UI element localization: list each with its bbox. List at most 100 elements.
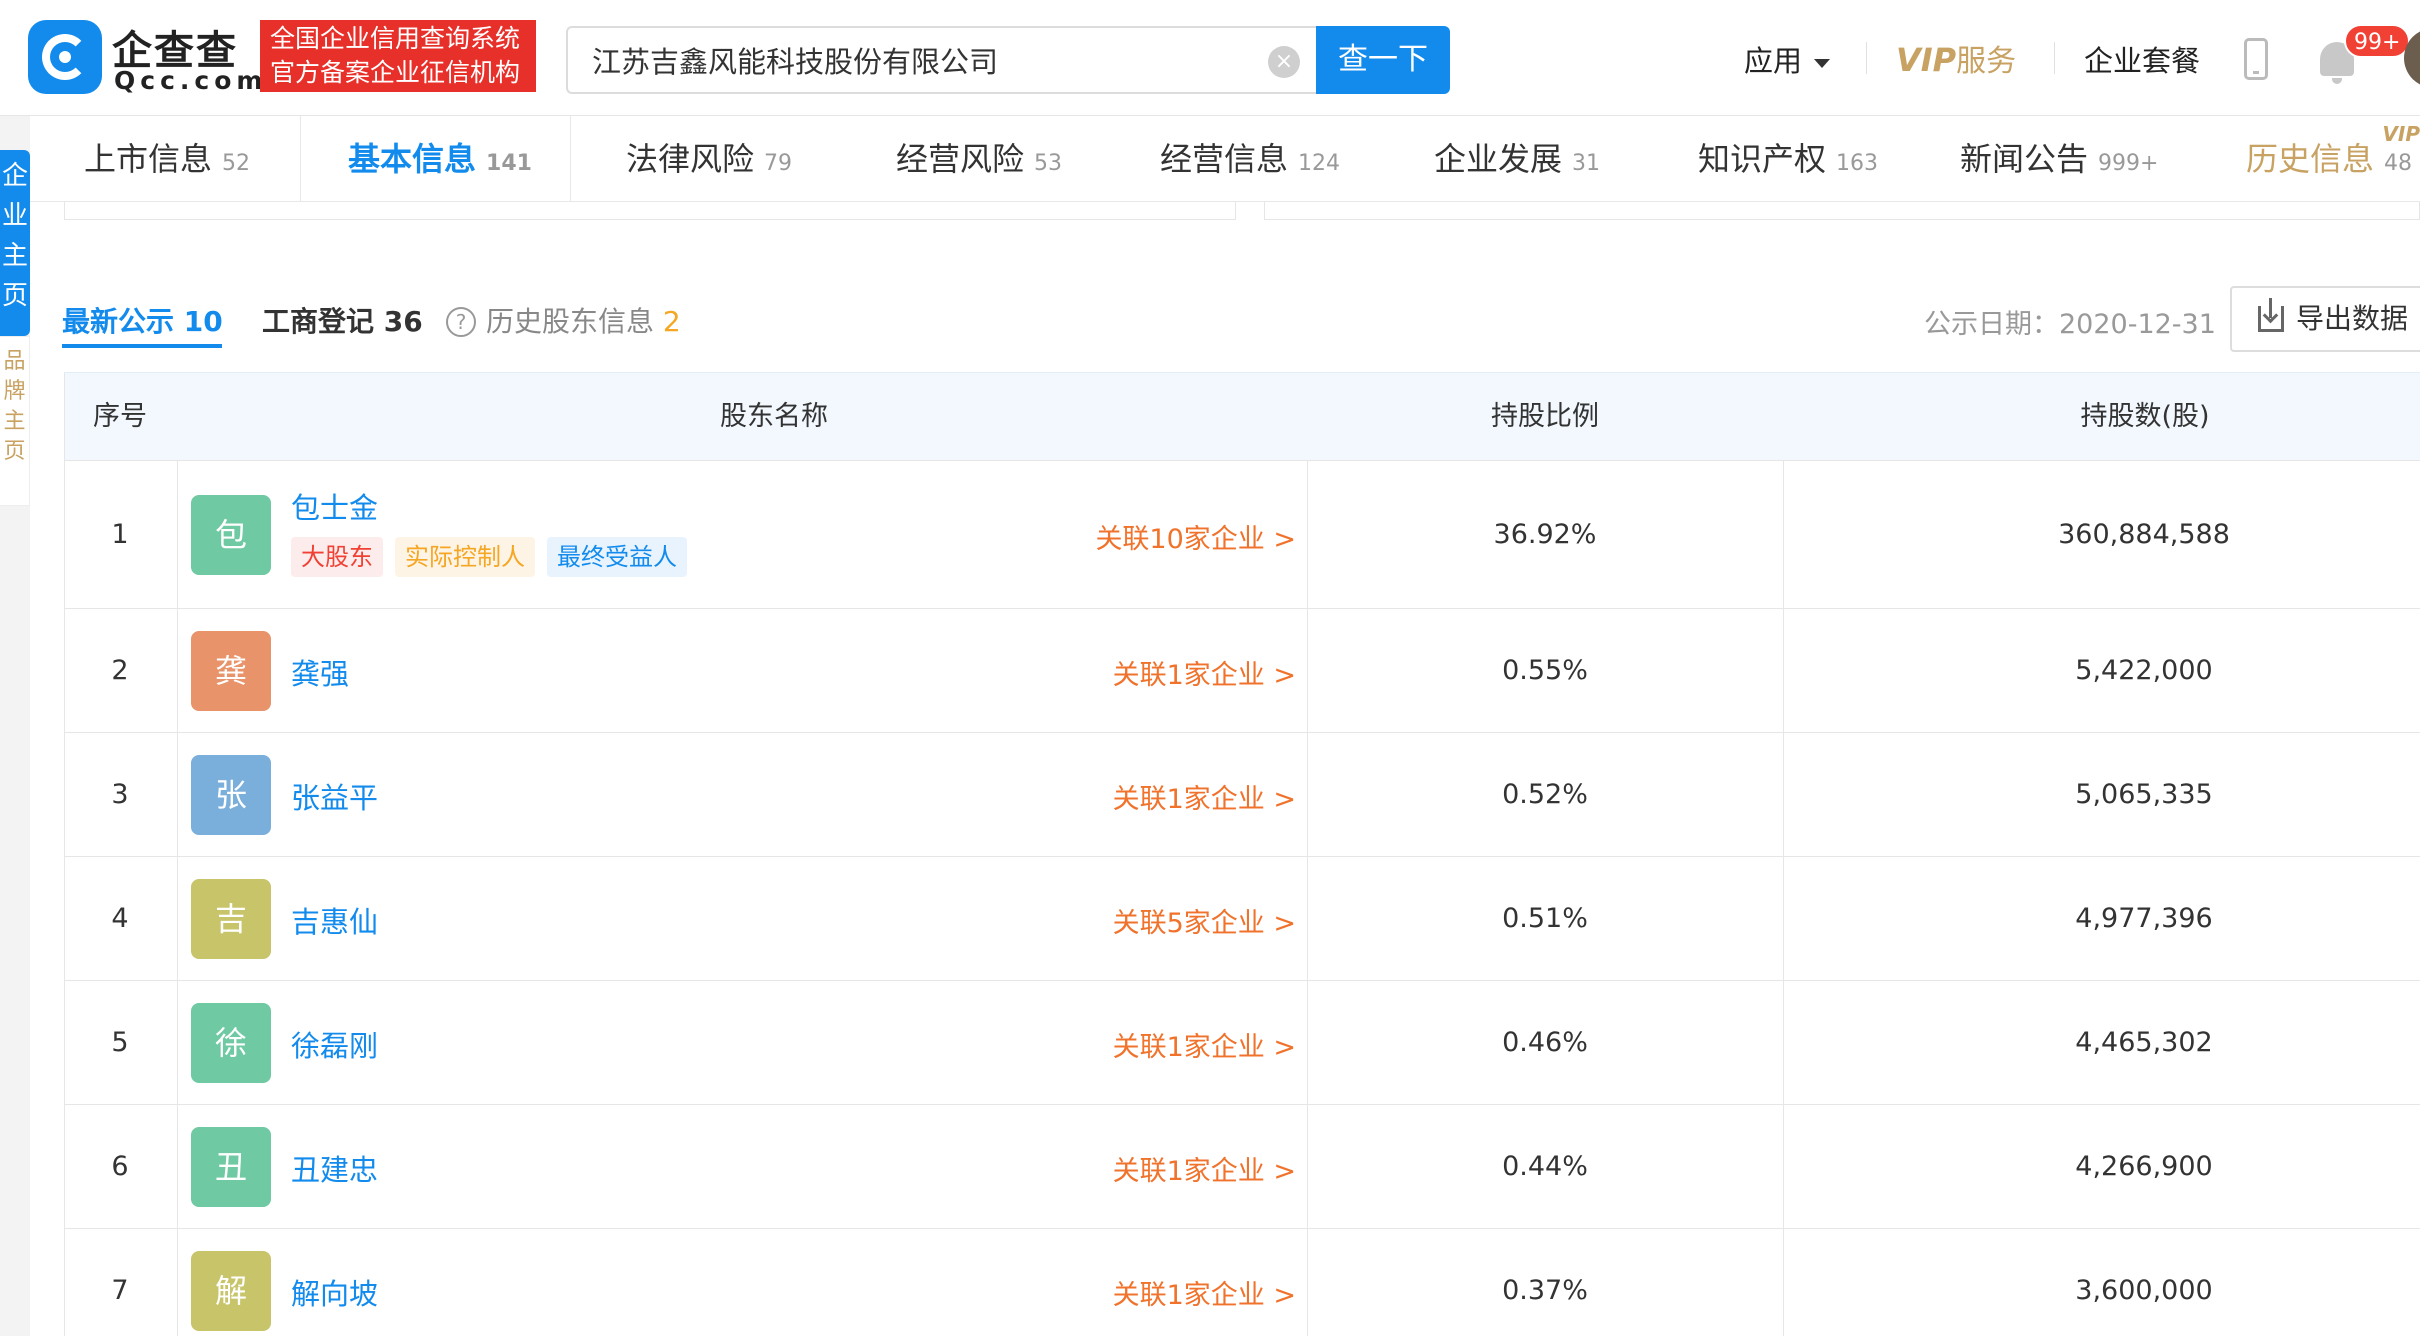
tab-count: 79: [764, 151, 793, 176]
row-number: 5: [111, 1027, 129, 1058]
shareholder-name-link[interactable]: 解向坡: [291, 1271, 378, 1313]
chevron-down-icon: [1814, 58, 1831, 68]
tab-label: 新闻公告: [1960, 140, 2089, 178]
column-divider: [177, 857, 178, 980]
section-tabs: 上市信息 52 基本信息 141 法律风险 79 经营风险 53 经营信息 124 企业发…: [30, 116, 2420, 202]
share-count: 4,977,396: [2075, 903, 2213, 934]
share-count: 4,465,302: [2075, 1027, 2213, 1058]
side-tab-company-home[interactable]: 企业主页: [0, 150, 30, 336]
tab-operation-risk[interactable]: 经营风险 53: [896, 116, 1062, 202]
share-count: 5,065,335: [2075, 779, 2213, 810]
tab-development[interactable]: 企业发展 31: [1434, 116, 1600, 202]
shareholder-table: 序号 股东名称 持股比例 持股数(股) 1 包包士金 大股东 实际控制人 最终受益人 关联…: [64, 372, 2420, 1336]
clear-icon[interactable]: ×: [1268, 46, 1300, 78]
tab-count: 999+: [2098, 151, 2159, 176]
subtab-count: 10: [183, 305, 223, 338]
badge-line-1: 全国企业信用查询系统: [270, 24, 521, 53]
tab-divider: [570, 116, 571, 202]
tab-count: 163: [1836, 151, 1879, 176]
table-row: 5 徐徐磊刚 关联1家企业 > 0.46% 4,465,302: [64, 981, 2420, 1105]
tab-count: 31: [1572, 151, 1601, 176]
help-icon[interactable]: ?: [446, 307, 476, 337]
subtab-history-shareholders[interactable]: ? 历史股东信息 2: [446, 300, 681, 340]
nav-package[interactable]: 企业套餐: [2084, 38, 2200, 80]
card-edge: [64, 202, 1236, 220]
search-box: ×: [566, 26, 1318, 94]
nav-app-menu[interactable]: 应用: [1744, 38, 1831, 80]
publish-date-value: 2020-12-31: [2059, 309, 2216, 340]
shareholder-tag: 最终受益人: [547, 537, 687, 577]
tab-count: 124: [1298, 151, 1341, 176]
table-row: 4 吉吉惠仙 关联5家企业 > 0.51% 4,977,396: [64, 857, 2420, 981]
share-count: 5,422,000: [2075, 655, 2213, 686]
related-companies-link[interactable]: 关联5家企业 >: [1113, 901, 1296, 940]
subtab-latest[interactable]: 最新公示 10: [62, 300, 223, 340]
search-input[interactable]: [592, 38, 1252, 82]
tab-intellectual-property[interactable]: 知识产权 163: [1698, 116, 1878, 202]
tab-count: 52: [222, 151, 251, 176]
table-row: 2 龚龚强 关联1家企业 > 0.55% 5,422,000: [64, 609, 2420, 733]
share-ratio: 0.46%: [1502, 1027, 1588, 1058]
card-edge: [1264, 202, 2420, 220]
column-divider: [177, 981, 178, 1104]
tab-count: 141: [486, 151, 532, 176]
subtab-count: 2: [662, 305, 681, 338]
subtab-registry[interactable]: 工商登记 36: [262, 300, 423, 340]
table-row: 6 丑丑建忠 关联1家企业 > 0.44% 4,266,900: [64, 1105, 2420, 1229]
tab-label: 企业发展: [1434, 140, 1563, 178]
related-companies-link[interactable]: 关联1家企业 >: [1113, 653, 1296, 692]
tab-basic-info[interactable]: 基本信息 141: [348, 116, 532, 202]
shareholder-name-link[interactable]: 徐磊刚: [291, 1023, 378, 1065]
notification-count-badge: 99+: [2344, 24, 2411, 58]
nav-divider: [1866, 42, 1867, 74]
vip-service-label: 服务: [1956, 44, 2017, 79]
tab-label: 上市信息: [84, 140, 213, 178]
shareholder-tag: 大股东: [291, 537, 383, 577]
related-companies-link[interactable]: 关联10家企业 >: [1095, 517, 1296, 556]
row-number: 7: [111, 1275, 129, 1306]
page: 企查查 Qcc.com 全国企业信用查询系统 官方备案企业征信机构 × 查一下 …: [0, 0, 2420, 1336]
table-row: 1 包包士金 大股东 实际控制人 最终受益人 关联10家企业 > 36.92% 360,884…: [64, 461, 2420, 609]
table-row: 7 解解向坡 关联1家企业 > 0.37% 3,600,000: [64, 1229, 2420, 1336]
qcc-logo-icon[interactable]: [28, 20, 102, 94]
shareholder-tags: 大股东 实际控制人 最终受益人: [291, 537, 699, 577]
row-number: 3: [111, 779, 129, 810]
publish-date-label: 公示日期：: [1924, 309, 2059, 340]
shareholder-name-link[interactable]: 张益平: [291, 775, 378, 817]
export-button[interactable]: 导出数据: [2230, 286, 2420, 352]
subtab-label: 历史股东信息: [486, 305, 655, 338]
share-count: 3,600,000: [2075, 1275, 2213, 1306]
tab-label: 法律风险: [626, 140, 755, 178]
row-number: 6: [111, 1151, 129, 1182]
tab-count: 48: [2384, 151, 2413, 176]
subtab-label: 最新公示: [62, 305, 175, 338]
shareholder-avatar: 丑: [191, 1127, 271, 1207]
related-companies-link[interactable]: 关联1家企业 >: [1113, 1273, 1296, 1312]
tab-listing-info[interactable]: 上市信息 52: [84, 116, 250, 202]
share-count: 4,266,900: [2075, 1151, 2213, 1182]
publish-date: 公示日期：2020-12-31: [1924, 302, 2216, 341]
tab-label: 知识产权: [1698, 140, 1827, 178]
related-companies-link[interactable]: 关联1家企业 >: [1113, 1149, 1296, 1188]
related-companies-link[interactable]: 关联1家企业 >: [1113, 1025, 1296, 1064]
side-tab-brand-home[interactable]: 品牌主页: [0, 336, 30, 506]
column-divider: [177, 1105, 178, 1228]
tab-label: 经营信息: [1160, 140, 1289, 178]
related-companies-link[interactable]: 关联1家企业 >: [1113, 777, 1296, 816]
vip-letters: VIP: [1896, 41, 1957, 79]
shareholder-avatar: 张: [191, 755, 271, 835]
shareholder-name-link[interactable]: 包士金: [291, 485, 378, 527]
shareholder-name-link[interactable]: 吉惠仙: [291, 899, 378, 941]
nav-vip-service[interactable]: VIP服务: [1896, 36, 2016, 80]
search-button[interactable]: 查一下: [1316, 26, 1450, 94]
mobile-phone-icon[interactable]: [2244, 38, 2268, 80]
header-name: 股东名称: [720, 401, 828, 432]
shareholder-name-link[interactable]: 丑建忠: [291, 1147, 378, 1189]
tab-operation-info[interactable]: 经营信息 124: [1160, 116, 1340, 202]
shareholder-name-link[interactable]: 龚强: [291, 651, 349, 693]
share-ratio: 0.44%: [1502, 1151, 1588, 1182]
shareholder-tag: 实际控制人: [395, 537, 535, 577]
tab-news[interactable]: 新闻公告 999+: [1960, 116, 2158, 202]
tab-divider: [300, 116, 301, 202]
tab-legal-risk[interactable]: 法律风险 79: [626, 116, 792, 202]
